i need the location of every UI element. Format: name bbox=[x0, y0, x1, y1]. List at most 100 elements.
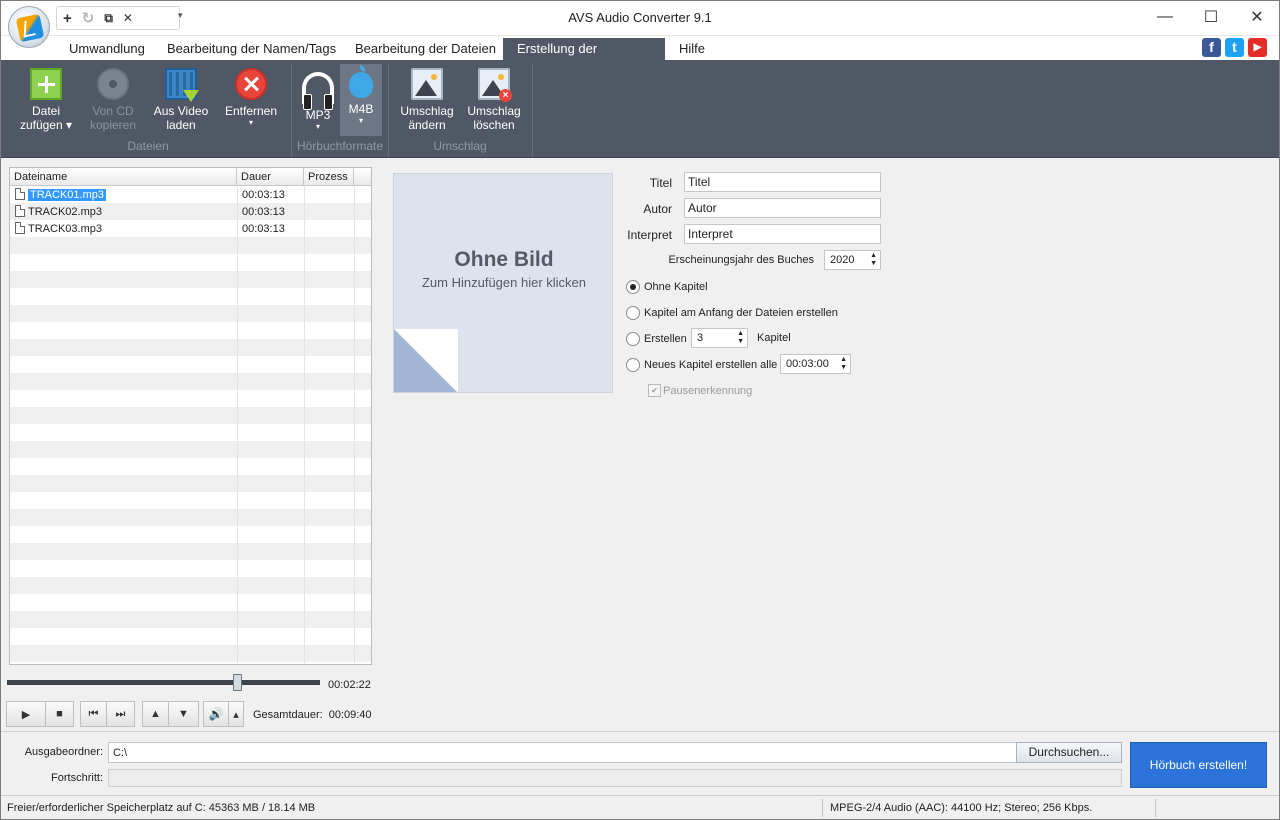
file-list[interactable]: Dateiname Dauer Prozess TRACK01.mp3 00:0… bbox=[9, 167, 372, 665]
delete-cover-button[interactable]: × Umschlag löschen bbox=[463, 64, 525, 136]
spin-arrows-icon[interactable]: ▲ ▼ bbox=[870, 252, 877, 268]
radio-new-chapter-every[interactable]: Neues Kapitel erstellen alle bbox=[626, 358, 777, 372]
facebook-icon[interactable]: f bbox=[1202, 38, 1221, 57]
tab-audiobooks[interactable]: Erstellung der Hörbücher bbox=[503, 38, 665, 78]
play-button[interactable]: ▶ bbox=[6, 701, 46, 727]
previous-button[interactable]: ⏮ bbox=[80, 701, 107, 727]
maximize-button[interactable]: ☐ bbox=[1188, 0, 1234, 34]
move-down-button[interactable]: ▼ bbox=[168, 701, 199, 727]
total-duration: Gesamtdauer: 00:09:40 bbox=[253, 709, 372, 721]
column-duration[interactable]: Dauer bbox=[237, 168, 304, 186]
ribbon-toolbar: Datei zufügen ▾ Von CD kopieren Aus Vide… bbox=[0, 60, 1280, 158]
load-video-label-1: Aus Video bbox=[153, 104, 209, 118]
apple-icon bbox=[349, 65, 373, 98]
progress-label: Fortschritt: bbox=[51, 772, 103, 784]
disk-space-status: Freier/erforderlicher Speicherplatz auf … bbox=[7, 802, 316, 814]
close-small-icon[interactable]: ✕ bbox=[123, 12, 133, 24]
stop-button[interactable]: ■ bbox=[45, 701, 74, 727]
copy-cd-button[interactable]: Von CD kopieren bbox=[80, 64, 146, 136]
status-bar: Freier/erforderlicher Speicherplatz auf … bbox=[0, 795, 1280, 820]
format-m4b-label: M4B bbox=[348, 102, 374, 116]
minimize-button[interactable]: — bbox=[1142, 0, 1188, 34]
chevron-down-icon: ▾ bbox=[248, 118, 253, 127]
tab-umwandlung[interactable]: Umwandlung bbox=[55, 38, 159, 60]
output-folder-input[interactable] bbox=[108, 742, 1018, 763]
cover-image-area[interactable]: Ohne Bild Zum Hinzufügen hier klicken bbox=[393, 173, 613, 393]
total-duration-value: 00:09:40 bbox=[328, 709, 372, 721]
audio-format-status: MPEG-2/4 Audio (AAC): 44100 Hz; Stereo; … bbox=[830, 802, 1093, 814]
edit-icon[interactable]: ⧉ bbox=[104, 12, 113, 24]
seek-handle[interactable] bbox=[233, 674, 243, 691]
file-duration: 00:03:13 bbox=[242, 189, 285, 201]
tab-names-tags[interactable]: Bearbeitung der Namen/Tags bbox=[153, 38, 350, 60]
file-duration: 00:03:13 bbox=[242, 223, 285, 235]
radio-create-chapters[interactable]: Erstellen bbox=[626, 332, 687, 346]
load-video-button[interactable]: Aus Video laden bbox=[147, 64, 215, 136]
chapter-count-stepper[interactable]: 3 ▲ ▼ bbox=[691, 328, 748, 348]
chapter-interval-stepper[interactable]: 00:03:00 ▲ ▼ bbox=[780, 354, 851, 374]
cd-icon bbox=[97, 68, 129, 100]
year-stepper[interactable]: 2020 ▲ ▼ bbox=[824, 250, 881, 270]
tab-bar: Umwandlung Bearbeitung der Namen/Tags Be… bbox=[0, 36, 1280, 78]
volume-dropdown-button[interactable]: ▴ bbox=[228, 701, 244, 727]
playback-position: 00:02:22 bbox=[328, 679, 371, 691]
quick-access-dropdown-icon[interactable]: ▾ bbox=[178, 10, 183, 21]
artist-label: Interpret bbox=[627, 228, 672, 242]
next-button[interactable]: ⏭ bbox=[106, 701, 135, 727]
delete-badge-icon: × bbox=[499, 89, 512, 102]
chevron-down-icon: ▾ bbox=[315, 122, 320, 131]
arrow-down-icon: ▼ bbox=[178, 708, 189, 720]
seek-bar[interactable] bbox=[7, 680, 320, 685]
change-cover-label-2: ändern bbox=[408, 118, 446, 132]
move-up-button[interactable]: ▲ bbox=[142, 701, 169, 727]
format-mp3-button[interactable]: MP3 ▾ bbox=[297, 64, 339, 136]
spin-arrows-icon[interactable]: ▲ ▼ bbox=[737, 330, 744, 346]
table-row[interactable]: TRACK02.mp3 00:03:13 bbox=[10, 204, 371, 221]
tab-help[interactable]: Hilfe bbox=[665, 38, 719, 60]
youtube-icon[interactable]: ▶ bbox=[1248, 38, 1267, 57]
refresh-icon[interactable]: ↻ bbox=[82, 11, 95, 26]
add-file-button[interactable]: Datei zufügen ▾ bbox=[10, 64, 82, 136]
status-separator bbox=[1155, 799, 1156, 817]
browse-button[interactable]: Durchsuchen... bbox=[1016, 742, 1122, 763]
quick-access-toolbar: + ↻ ⧉ ✕ bbox=[56, 6, 180, 30]
image-delete-icon: × bbox=[478, 68, 512, 102]
year-label: Erscheinungsjahr des Buches bbox=[668, 254, 814, 266]
change-cover-label-1: Umschlag bbox=[400, 104, 454, 118]
radio-chapters-at-start[interactable]: Kapitel am Anfang der Dateien erstellen bbox=[626, 306, 838, 320]
column-filename[interactable]: Dateiname bbox=[10, 168, 237, 186]
volume-button[interactable]: 🔊 bbox=[203, 701, 229, 727]
window-title: AVS Audio Converter 9.1 bbox=[568, 10, 712, 25]
title-input[interactable] bbox=[684, 172, 881, 192]
column-divider bbox=[304, 186, 305, 664]
chevron-down-icon: ▾ bbox=[66, 118, 73, 132]
artist-input[interactable] bbox=[684, 224, 881, 244]
format-m4b-button[interactable]: M4B ▾ bbox=[340, 64, 382, 136]
table-row[interactable]: TRACK03.mp3 00:03:13 bbox=[10, 221, 371, 238]
column-process[interactable]: Prozess bbox=[304, 168, 354, 186]
next-icon: ⏭ bbox=[115, 707, 126, 720]
arrow-up-icon: ▲ bbox=[150, 708, 161, 720]
app-logo-icon[interactable] bbox=[8, 6, 50, 48]
file-icon bbox=[15, 188, 25, 200]
change-cover-button[interactable]: Umschlag ändern bbox=[396, 64, 458, 136]
radio-no-chapters[interactable]: Ohne Kapitel bbox=[626, 280, 708, 294]
author-input[interactable] bbox=[684, 198, 881, 218]
pause-detection-checkbox[interactable]: Pausenerkennung bbox=[648, 384, 752, 398]
twitter-icon[interactable]: t bbox=[1225, 38, 1244, 57]
close-button[interactable]: ✕ bbox=[1234, 0, 1280, 34]
file-name: TRACK01.mp3 bbox=[28, 189, 106, 201]
tab-file-editing[interactable]: Bearbeitung der Dateien bbox=[341, 38, 510, 60]
table-row[interactable]: TRACK01.mp3 00:03:13 bbox=[10, 187, 371, 204]
spin-arrows-icon[interactable]: ▲ ▼ bbox=[840, 356, 847, 372]
title-label: Titel bbox=[649, 176, 672, 190]
add-icon[interactable]: + bbox=[63, 11, 72, 26]
create-audiobook-button[interactable]: Hörbuch erstellen! bbox=[1130, 742, 1267, 788]
copy-cd-label-1: Von CD bbox=[92, 104, 134, 118]
column-divider bbox=[237, 186, 238, 664]
ribbon-separator bbox=[532, 64, 533, 156]
delete-cover-label-2: löschen bbox=[473, 118, 515, 132]
cover-subtitle: Zum Hinzufügen hier klicken bbox=[421, 275, 587, 290]
remove-button[interactable]: Entfernen ▾ bbox=[218, 64, 284, 136]
ribbon-separator bbox=[388, 64, 389, 156]
